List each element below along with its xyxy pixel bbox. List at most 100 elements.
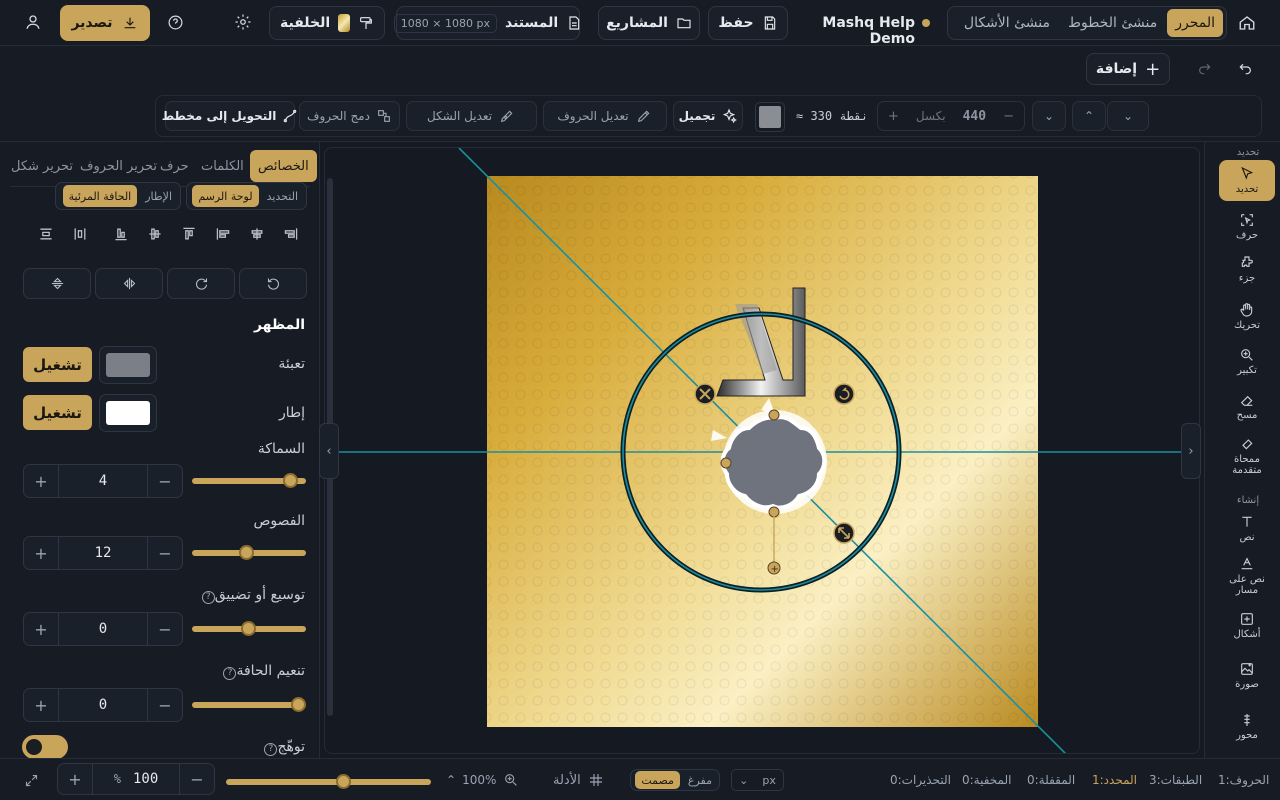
align-top-icon[interactable] [179,224,199,244]
expand-stepper[interactable]: +0− [23,612,183,646]
expand-slider-thumb[interactable] [240,621,256,636]
width-increase-button[interactable]: + [888,109,899,124]
fullscreen-button[interactable] [22,771,40,789]
tool-axis[interactable]: محور [1219,712,1275,741]
fill-toggle-button[interactable]: تشغيل [23,347,92,382]
thickness-increase-button[interactable]: + [24,465,58,497]
tab-editor[interactable]: المحرر [1167,9,1223,37]
help-icon[interactable]: ? [201,590,215,604]
rotate-handle[interactable] [833,383,855,405]
smooth-slider-thumb[interactable] [291,697,307,712]
rotate-left-button[interactable] [239,268,307,299]
home-button[interactable] [1236,12,1258,34]
tab-edit-letters[interactable]: تحرير الحروف [80,150,157,182]
mode-hollow[interactable]: مفرغ [682,771,718,789]
move-up-button[interactable]: ⌃ [1072,101,1106,131]
fill-color-picker[interactable] [99,346,157,384]
thickness-slider[interactable] [192,473,306,488]
align-to-selection[interactable]: التحديد [261,185,304,207]
undo-button[interactable] [1236,60,1254,78]
expand-value[interactable]: 0 [58,613,148,645]
flower-shape[interactable] [720,410,827,514]
tab-properties[interactable]: الخصائص [250,150,317,182]
align-right-edge-icon[interactable] [281,224,301,244]
edit-shape-button[interactable]: تعديل الشكل [406,101,537,131]
width-value[interactable]: 440 [963,109,986,124]
resize-handle[interactable] [833,522,855,544]
align-center-horizontal-icon[interactable] [247,224,267,244]
expand-slider[interactable] [192,621,306,636]
lobes-slider[interactable] [192,545,306,560]
tool-select[interactable]: تحديد [1219,160,1275,201]
tool-erase[interactable]: مسح [1219,392,1275,421]
tool-part[interactable]: جزء [1219,255,1275,284]
thickness-decrease-button[interactable]: − [148,465,182,497]
export-button[interactable]: تصدير [60,5,150,41]
help-icon[interactable]: ? [223,666,237,680]
expand-decrease-button[interactable]: − [148,613,182,645]
glow-toggle[interactable] [22,735,68,758]
expand-increase-button[interactable]: + [24,613,58,645]
stroke-toggle-button[interactable]: تشغيل [23,395,92,430]
bbox-visible-edge[interactable]: الحافة المرئية [62,185,138,207]
help-icon[interactable]: ? [264,742,278,756]
align-bottom-icon[interactable] [111,224,131,244]
smooth-decrease-button[interactable]: − [148,689,182,721]
left-panel-collapse-button[interactable]: ‹ [319,423,339,479]
tab-edit-shape[interactable]: تحرير شكل [11,150,73,182]
convert-to-path-button[interactable]: التحويل إلى مخطط [162,101,297,131]
tool-pan[interactable]: تحريك [1219,302,1275,331]
handle-top[interactable] [768,409,780,421]
help-button[interactable] [166,13,184,31]
redo-button[interactable] [1196,60,1214,78]
tool-text[interactable]: نص [1219,514,1275,543]
align-left-edge-icon[interactable] [213,224,233,244]
distribute-horizontal-icon[interactable] [70,224,90,244]
smooth-increase-button[interactable]: + [24,689,58,721]
zoom-value[interactable]: 100 [133,771,158,787]
zoom-increase-button[interactable]: + [58,764,92,794]
lobes-increase-button[interactable]: + [24,537,58,569]
thickness-slider-thumb[interactable] [283,473,299,488]
width-decrease-button[interactable]: − [1003,109,1014,124]
lobes-stepper[interactable]: +12− [23,536,183,570]
thickness-value[interactable]: 4 [58,465,148,497]
zoom-stepper[interactable]: + % 100 − [57,763,215,795]
color-picker[interactable] [755,102,785,132]
bbox-frame[interactable]: الإطار [139,185,178,207]
move-down-button[interactable]: ⌄ [1032,101,1066,131]
document-button[interactable]: 1080 × 1080 px المستند [393,6,580,40]
tab-letter[interactable]: حرف [160,150,189,182]
flip-vertical-button[interactable] [23,268,91,299]
tool-shapes[interactable]: أشكال [1219,611,1275,640]
unit-select[interactable]: ⌄ px [731,769,784,791]
align-middle-vertical-icon[interactable] [145,224,165,244]
tab-shape-builder[interactable]: منشئ الأشكال [956,9,1058,37]
background-button[interactable]: الخلفية [269,6,385,40]
account-button[interactable] [24,13,42,31]
tool-zoom[interactable]: تكبير [1219,347,1275,376]
tool-text-on-path[interactable]: نص على مسار [1219,556,1275,596]
handle-left[interactable] [720,457,732,469]
delete-handle[interactable] [694,383,716,405]
flip-horizontal-button[interactable] [95,268,163,299]
settings-button[interactable] [234,13,252,31]
align-to-artboard[interactable]: لوحة الرسم [192,185,259,207]
tool-letter[interactable]: حرف [1219,212,1275,241]
rotate-right-button[interactable] [167,268,235,299]
zoom-slider-thumb[interactable] [335,774,351,789]
smooth-value[interactable]: 0 [58,689,148,721]
smooth-edge-slider[interactable] [192,697,307,712]
save-button[interactable]: حفظ [708,6,788,40]
thickness-stepper[interactable]: +4− [23,464,183,498]
edit-letters-button[interactable]: تعديل الحروف [543,101,667,131]
zoom-decrease-button[interactable]: − [180,764,214,794]
beautify-button[interactable]: تجميل [673,101,743,131]
guides-toggle[interactable]: الأدلة [553,771,605,789]
mode-solid[interactable]: مصمت [635,771,680,789]
canvas-viewport[interactable]: + [324,147,1200,754]
stroke-color-picker[interactable] [99,394,157,432]
zoom-in-icon[interactable] [502,771,520,789]
lobes-value[interactable]: 12 [58,537,148,569]
tab-words[interactable]: الكلمات [201,150,244,182]
